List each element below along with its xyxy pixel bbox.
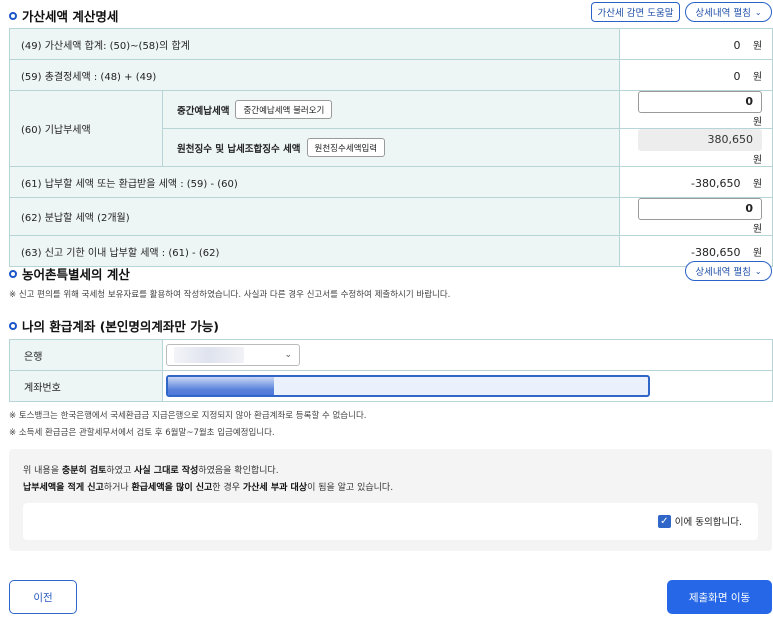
bullet-icon: [9, 11, 17, 20]
refund-note-1: ※ 토스뱅크는 한국은행에서 국세환급금 지급은행으로 지정되지 않아 환급계좌…: [9, 411, 367, 421]
rural-tax-detail-toggle-button[interactable]: 상세내역 펼침 ⌄: [685, 261, 772, 281]
unit-label: 원: [752, 40, 763, 52]
row-value: 0 원: [619, 28, 773, 60]
unit-label: 원: [752, 117, 763, 128]
withholding-tax-input-button[interactable]: 원천징수세액입력: [306, 138, 386, 157]
section-title-text: 가산세액 계산명세: [22, 9, 119, 24]
table-row: (61) 납부할 세액 또는 환급받을 세액 : (59) - (60) -38…: [8, 166, 773, 198]
chevron-down-icon: ⌄: [754, 266, 762, 276]
chevron-down-icon: ⌄: [754, 7, 762, 17]
row-value: 0 원: [619, 59, 773, 91]
unit-label: 원: [752, 71, 763, 83]
interim-tax-label: 중간예납세액: [177, 105, 230, 117]
agree-panel: ✓ 이에 동의합니다.: [23, 503, 758, 540]
chevron-down-icon: ⌄: [284, 350, 292, 360]
unit-label: 원: [752, 224, 763, 235]
amount-value: 0: [733, 69, 741, 83]
account-cell: [162, 370, 773, 402]
refund-note-2: ※ 소득세 환급금은 관할세무서에서 검토 후 6월말~7월초 입금예정입니다.: [9, 428, 275, 438]
table-row: 계좌번호: [9, 370, 773, 402]
withholding-tax-label: 원천징수 및 납세조합징수 세액: [177, 143, 301, 155]
section-title-text: 농어촌특별세의 계산: [22, 267, 130, 282]
table-row: (60) 기납부세액 중간예납세액 중간예납세액 불러오기 0 원: [9, 90, 773, 167]
load-interim-tax-button[interactable]: 중간예납세액 불러오기: [235, 100, 333, 119]
row-label: (63) 신고 기한 이내 납부할 세액 : (61) - (62): [8, 235, 621, 267]
section-title-penalty: 가산세액 계산명세: [9, 6, 118, 25]
penalty-help-button[interactable]: 가산세 감면 도움말: [591, 2, 680, 22]
row-label: (59) 총결정세액 : (48) + (49): [8, 59, 621, 91]
bank-cell: ⌄: [162, 339, 773, 371]
confirm-line-2: 납부세액을 적게 신고하거나 환급세액을 많이 신고한 경우 가산세 부과 대상…: [23, 483, 394, 493]
amount-value: 0: [733, 38, 741, 52]
row-label: (60) 기납부세액: [9, 90, 163, 167]
sub-row-label: 원천징수 및 납세조합징수 세액 원천징수세액입력: [161, 128, 621, 167]
unit-label: 원: [752, 247, 763, 259]
row-value: 0 원: [619, 197, 773, 236]
bank-select[interactable]: ⌄: [166, 344, 300, 366]
agree-checkbox-row[interactable]: ✓ 이에 동의합니다.: [657, 514, 742, 528]
rural-tax-note: ※ 신고 편의를 위해 국세청 보유자료를 활용하여 작성하였습니다. 사실과 …: [9, 290, 451, 300]
row-label: (49) 가산세액 합계: (50)~(58)의 합계: [8, 28, 621, 60]
unit-label: 원: [752, 155, 763, 166]
table-row: (62) 분납할 세액 (2개월) 0 원: [8, 197, 773, 236]
table-row: (59) 총결정세액 : (48) + (49) 0 원: [8, 59, 773, 91]
table-row: 은행 ⌄: [9, 339, 773, 371]
bank-label: 은행: [9, 339, 163, 371]
row-label: (62) 분납할 세액 (2개월): [8, 197, 621, 236]
amount-value: -380,650: [691, 176, 741, 190]
previous-button[interactable]: 이전: [9, 580, 77, 614]
confirmation-box: 위 내용을 충분히 검토하였고 사실 그대로 작성하였음을 확인합니다. 납부세…: [9, 449, 772, 551]
row-value: -380,650 원: [619, 166, 773, 198]
withholding-tax-field: 380,650: [638, 129, 763, 151]
bullet-icon: [9, 269, 17, 278]
penalty-detail-toggle-button[interactable]: 상세내역 펼침 ⌄: [685, 2, 772, 22]
section-title-rural-tax: 농어촌특별세의 계산: [9, 264, 130, 283]
table-row: (63) 신고 기한 이내 납부할 세액 : (61) - (62) -380,…: [8, 235, 773, 267]
sub-row-label: 중간예납세액 중간예납세액 불러오기: [161, 90, 621, 129]
confirm-line-1: 위 내용을 충분히 검토하였고 사실 그대로 작성하였음을 확인합니다.: [23, 466, 279, 476]
amount-value: -380,650: [691, 245, 741, 259]
tax-calculation-table: (49) 가산세액 합계: (50)~(58)의 합계 0 원 (59) 총결정…: [8, 28, 773, 267]
go-to-submit-button[interactable]: 제출화면 이동: [667, 580, 772, 614]
interim-tax-input[interactable]: 0: [638, 91, 763, 113]
bank-name-redacted: [174, 347, 244, 363]
account-number-redacted: [168, 377, 274, 395]
bullet-icon: [9, 321, 17, 330]
installment-tax-input[interactable]: 0: [638, 198, 763, 220]
row-value: 0 원: [619, 90, 773, 129]
checkbox-checked-icon[interactable]: ✓: [657, 514, 671, 528]
account-number-label: 계좌번호: [9, 370, 163, 402]
section-title-refund-account: 나의 환급계좌 (본인명의계좌만 가능): [9, 316, 219, 335]
row-value: 380,650 원: [619, 128, 773, 167]
row-label: (61) 납부할 세액 또는 환급받을 세액 : (59) - (60): [8, 166, 621, 198]
agree-label: 이에 동의합니다.: [674, 517, 742, 528]
refund-account-table: 은행 ⌄ 계좌번호: [9, 339, 773, 402]
unit-label: 원: [752, 178, 763, 190]
account-number-input[interactable]: [166, 375, 650, 397]
section-title-text: 나의 환급계좌 (본인명의계좌만 가능): [22, 319, 219, 334]
table-row: (49) 가산세액 합계: (50)~(58)의 합계 0 원: [8, 28, 773, 60]
